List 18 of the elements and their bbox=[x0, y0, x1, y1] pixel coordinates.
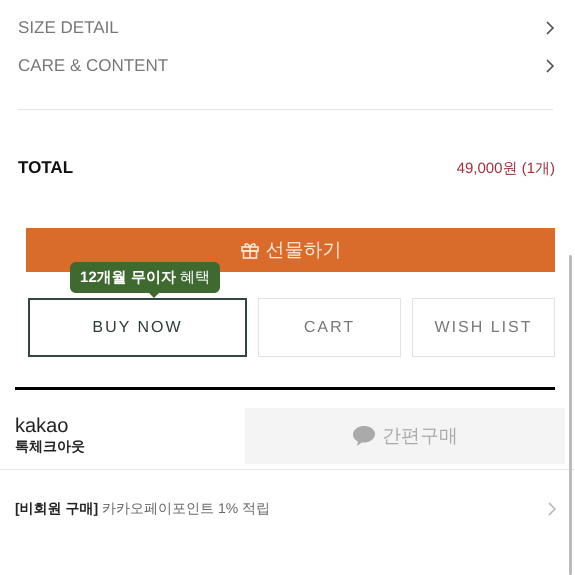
kakao-brand: kakao bbox=[15, 415, 70, 438]
tooltip-pointer bbox=[147, 291, 161, 298]
benefit-row[interactable]: [비회원 구매] 카카오페이포인트 1% 적립 bbox=[0, 470, 575, 518]
chevron-right-icon bbox=[545, 20, 555, 36]
action-button[interactable]: CART bbox=[258, 298, 401, 357]
total-label: TOTAL bbox=[18, 158, 74, 178]
gift-icon bbox=[240, 240, 260, 260]
action-button[interactable]: WISH LIST bbox=[412, 298, 555, 357]
info-link[interactable]: SIZE DETAIL bbox=[18, 9, 555, 47]
chevron-right-icon bbox=[545, 58, 555, 74]
gift-button[interactable]: 선물하기 bbox=[26, 228, 555, 272]
checkout-subtitle: 톡체크아웃 bbox=[15, 438, 85, 456]
buy-now-button[interactable]: BUY NOW bbox=[28, 298, 247, 357]
info-link[interactable]: CARE & CONTENT bbox=[18, 47, 555, 85]
promo-tooltip: 12개월 무이자 혜택 bbox=[70, 262, 220, 293]
chevron-right-icon bbox=[547, 501, 557, 517]
speech-bubble-icon bbox=[352, 424, 376, 446]
total-amount: 49,000원 (1개) bbox=[456, 158, 555, 178]
